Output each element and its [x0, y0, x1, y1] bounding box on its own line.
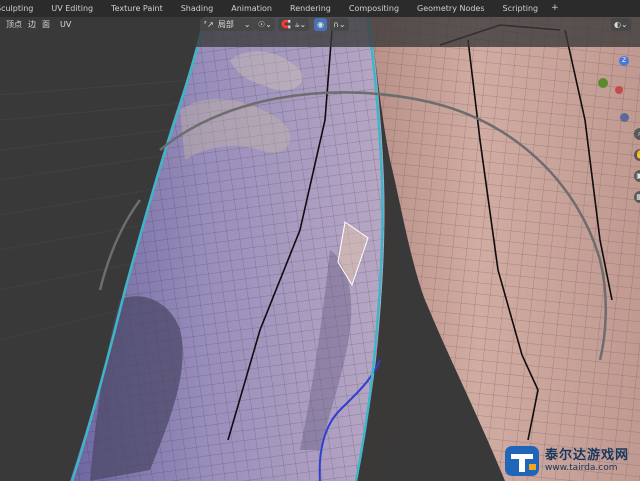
transform-orientation-dropdown[interactable]: ⸢↗ 局部 ⌄	[200, 18, 255, 31]
vertex-mode-label: 顶点	[6, 19, 22, 29]
tab-texture-paint[interactable]: Texture Paint	[102, 0, 172, 17]
edge-select-mode[interactable]: 边	[28, 19, 36, 30]
camera-icon[interactable]: ▣	[634, 170, 640, 182]
overlay-icon: ◐⌄	[614, 20, 628, 29]
mesh-scene	[0, 17, 640, 481]
chevron-down-icon: ⌄	[243, 20, 251, 29]
watermark-url: www.tairda.com	[545, 463, 618, 473]
gizmo-z-axis[interactable]: Z	[619, 56, 629, 66]
viewport-3d[interactable]: Z ⌕ ✋ ▣ ▦	[0, 17, 640, 481]
vertex-select-mode[interactable]: 顶点	[4, 19, 22, 30]
gizmo-z-label: Z	[621, 57, 627, 64]
falloff-curve-icon: ∩⌄	[333, 20, 346, 29]
tab-animation[interactable]: Animation	[222, 0, 281, 17]
orientation-icon: ⸢↗	[204, 20, 214, 29]
tab-compositing[interactable]: Compositing	[340, 0, 408, 17]
gizmo-y-axis[interactable]	[598, 78, 608, 88]
proportional-edit-button[interactable]: ◉	[314, 18, 327, 31]
grid-icon[interactable]: ▦	[634, 191, 640, 203]
orientation-label: 局部	[217, 20, 234, 29]
pivot-icon: ☉⌄	[258, 20, 272, 29]
face-mode-label: 面	[42, 19, 50, 29]
gizmo-x-axis[interactable]	[615, 86, 623, 94]
tab-rendering[interactable]: Rendering	[281, 0, 340, 17]
edge-mode-label: 边	[28, 19, 36, 29]
viewport-header: 顶点 边 面 UV ⸢↗ 局部 ⌄ ☉⌄ 🧲 ⫨⌄ ◉ ∩⌄ ◐⌄	[0, 17, 640, 47]
snap-icon: 🧲	[281, 20, 291, 29]
workspace-tabs: Sculpting UV Editing Texture Paint Shadi…	[0, 0, 640, 17]
falloff-icon: ⫨⌄	[295, 19, 307, 29]
left-leg-mesh	[70, 17, 385, 481]
uv-menu[interactable]: UV	[60, 20, 71, 29]
add-workspace-button[interactable]: +	[547, 0, 563, 17]
watermark-brand: 泰尔达游戏网	[545, 448, 630, 463]
watermark-text: 泰尔达游戏网 www.tairda.com	[545, 448, 629, 474]
tab-uv-editing[interactable]: UV Editing	[42, 0, 102, 17]
tab-geometry-nodes[interactable]: Geometry Nodes	[408, 0, 493, 17]
proportional-icon: ◉	[317, 20, 324, 29]
select-mode-group: 顶点 边 面 UV	[4, 17, 77, 31]
watermark: 泰尔达游戏网 www.tairda.com	[503, 441, 640, 481]
tab-sculpting[interactable]: Sculpting	[0, 0, 42, 17]
zoom-icon[interactable]: ⌕	[634, 128, 640, 140]
uv-menu-label: UV	[60, 19, 72, 29]
face-select-mode[interactable]: 面	[42, 19, 50, 30]
hand-icon[interactable]: ✋	[634, 149, 640, 161]
tab-scripting[interactable]: Scripting	[494, 0, 548, 17]
falloff-dropdown[interactable]: ∩⌄	[330, 18, 349, 31]
watermark-logo	[505, 446, 539, 476]
gizmo-neg-z-axis[interactable]	[620, 113, 629, 122]
overlay-dropdown[interactable]: ◐⌄	[611, 18, 631, 31]
pivot-point-button[interactable]: ☉⌄	[255, 18, 275, 31]
snap-target-button[interactable]: ⫨⌄	[292, 18, 310, 31]
tab-shading[interactable]: Shading	[172, 0, 223, 17]
